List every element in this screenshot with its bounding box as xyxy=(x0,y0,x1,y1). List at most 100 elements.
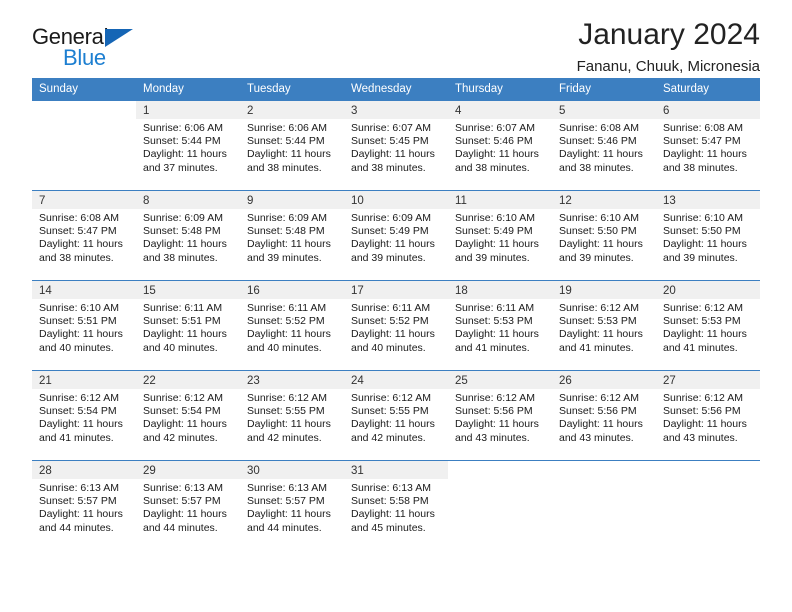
day-details: Sunrise: 6:06 AM Sunset: 5:44 PM Dayligh… xyxy=(136,119,240,175)
sunset-text: Sunset: 5:52 PM xyxy=(351,315,429,328)
day-cell-content: 29 Sunrise: 6:13 AM Sunset: 5:57 PM Dayl… xyxy=(136,461,240,549)
calendar-day-cell[interactable]: 4 Sunrise: 6:07 AM Sunset: 5:46 PM Dayli… xyxy=(448,100,552,191)
daylight-text-line1: Daylight: 11 hours xyxy=(143,418,227,431)
sunset-text: Sunset: 5:47 PM xyxy=(663,135,741,148)
sunrise-text: Sunrise: 6:06 AM xyxy=(247,122,327,134)
sunset-text: Sunset: 5:54 PM xyxy=(143,405,221,418)
sunset-text: Sunset: 5:49 PM xyxy=(351,225,429,238)
calendar-day-cell[interactable]: 26 Sunrise: 6:12 AM Sunset: 5:56 PM Dayl… xyxy=(552,370,656,461)
daylight-text-line2: and 40 minutes. xyxy=(39,341,114,354)
day-cell-content: 18 Sunrise: 6:11 AM Sunset: 5:53 PM Dayl… xyxy=(448,281,552,370)
sunset-text: Sunset: 5:51 PM xyxy=(39,315,117,328)
calendar-day-cell[interactable]: 27 Sunrise: 6:12 AM Sunset: 5:56 PM Dayl… xyxy=(656,370,760,461)
calendar-day-cell[interactable] xyxy=(552,460,656,549)
daylight-text-line2: and 42 minutes. xyxy=(247,431,322,444)
sunrise-text: Sunrise: 6:11 AM xyxy=(143,302,223,314)
calendar-day-cell[interactable]: 15 Sunrise: 6:11 AM Sunset: 5:51 PM Dayl… xyxy=(136,280,240,371)
calendar-day-cell[interactable]: 20 Sunrise: 6:12 AM Sunset: 5:53 PM Dayl… xyxy=(656,280,760,371)
calendar-day-cell[interactable]: 10 Sunrise: 6:09 AM Sunset: 5:49 PM Dayl… xyxy=(344,190,448,281)
day-number: 20 xyxy=(656,281,760,299)
daylight-text-line2: and 42 minutes. xyxy=(351,431,426,444)
calendar-day-cell[interactable]: 12 Sunrise: 6:10 AM Sunset: 5:50 PM Dayl… xyxy=(552,190,656,281)
sunrise-text: Sunrise: 6:12 AM xyxy=(247,392,327,404)
calendar-day-cell[interactable]: 6 Sunrise: 6:08 AM Sunset: 5:47 PM Dayli… xyxy=(656,100,760,191)
day-cell-content: 8 Sunrise: 6:09 AM Sunset: 5:48 PM Dayli… xyxy=(136,191,240,280)
day-number: 17 xyxy=(344,281,448,299)
daylight-text-line2: and 40 minutes. xyxy=(247,341,322,354)
day-number: 10 xyxy=(344,191,448,209)
day-number: 1 xyxy=(136,101,240,119)
calendar-day-cell[interactable]: 29 Sunrise: 6:13 AM Sunset: 5:57 PM Dayl… xyxy=(136,460,240,549)
day-details: Sunrise: 6:12 AM Sunset: 5:56 PM Dayligh… xyxy=(656,389,760,445)
page-title: January 2024 xyxy=(578,18,760,51)
calendar-day-cell[interactable]: 31 Sunrise: 6:13 AM Sunset: 5:58 PM Dayl… xyxy=(344,460,448,549)
calendar-day-cell[interactable] xyxy=(656,460,760,549)
calendar-day-cell[interactable]: 8 Sunrise: 6:09 AM Sunset: 5:48 PM Dayli… xyxy=(136,190,240,281)
weekday-header-saturday: Saturday xyxy=(656,78,760,101)
day-details: Sunrise: 6:12 AM Sunset: 5:55 PM Dayligh… xyxy=(240,389,344,445)
daylight-text-line2: and 43 minutes. xyxy=(559,431,634,444)
calendar-day-cell[interactable]: 11 Sunrise: 6:10 AM Sunset: 5:49 PM Dayl… xyxy=(448,190,552,281)
daylight-text-line1: Daylight: 11 hours xyxy=(39,418,123,431)
sunrise-text: Sunrise: 6:08 AM xyxy=(39,212,119,224)
day-cell-content: 27 Sunrise: 6:12 AM Sunset: 5:56 PM Dayl… xyxy=(656,371,760,460)
daylight-text-line1: Daylight: 11 hours xyxy=(663,328,747,341)
calendar-day-cell[interactable]: 13 Sunrise: 6:10 AM Sunset: 5:50 PM Dayl… xyxy=(656,190,760,281)
calendar-day-cell[interactable]: 21 Sunrise: 6:12 AM Sunset: 5:54 PM Dayl… xyxy=(32,370,136,461)
daylight-text-line1: Daylight: 11 hours xyxy=(143,148,227,161)
day-number: 13 xyxy=(656,191,760,209)
calendar-day-cell[interactable] xyxy=(448,460,552,549)
sunset-text: Sunset: 5:56 PM xyxy=(663,405,741,418)
calendar-day-cell[interactable] xyxy=(32,100,136,191)
day-cell-content: 14 Sunrise: 6:10 AM Sunset: 5:51 PM Dayl… xyxy=(32,281,136,370)
daylight-text-line2: and 41 minutes. xyxy=(559,341,634,354)
day-details: Sunrise: 6:12 AM Sunset: 5:56 PM Dayligh… xyxy=(448,389,552,445)
calendar-day-cell[interactable]: 23 Sunrise: 6:12 AM Sunset: 5:55 PM Dayl… xyxy=(240,370,344,461)
calendar-day-cell[interactable]: 9 Sunrise: 6:09 AM Sunset: 5:48 PM Dayli… xyxy=(240,190,344,281)
day-cell-content: 2 Sunrise: 6:06 AM Sunset: 5:44 PM Dayli… xyxy=(240,101,344,190)
day-details: Sunrise: 6:13 AM Sunset: 5:57 PM Dayligh… xyxy=(136,479,240,535)
calendar-day-cell[interactable]: 19 Sunrise: 6:12 AM Sunset: 5:53 PM Dayl… xyxy=(552,280,656,371)
daylight-text-line1: Daylight: 11 hours xyxy=(39,508,123,521)
day-details: Sunrise: 6:07 AM Sunset: 5:46 PM Dayligh… xyxy=(448,119,552,175)
sunrise-text: Sunrise: 6:06 AM xyxy=(143,122,223,134)
day-number: 2 xyxy=(240,101,344,119)
calendar-day-cell[interactable]: 18 Sunrise: 6:11 AM Sunset: 5:53 PM Dayl… xyxy=(448,280,552,371)
day-cell-content: 4 Sunrise: 6:07 AM Sunset: 5:46 PM Dayli… xyxy=(448,101,552,190)
calendar-day-cell[interactable]: 14 Sunrise: 6:10 AM Sunset: 5:51 PM Dayl… xyxy=(32,280,136,371)
day-number: 30 xyxy=(240,461,344,479)
daylight-text-line2: and 44 minutes. xyxy=(143,521,218,534)
daylight-text-line2: and 44 minutes. xyxy=(247,521,322,534)
day-number: 5 xyxy=(552,101,656,119)
sunset-text: Sunset: 5:46 PM xyxy=(455,135,533,148)
day-cell-content: 26 Sunrise: 6:12 AM Sunset: 5:56 PM Dayl… xyxy=(552,371,656,460)
calendar-day-cell[interactable]: 30 Sunrise: 6:13 AM Sunset: 5:57 PM Dayl… xyxy=(240,460,344,549)
generalblue-logo: General Blue xyxy=(32,26,172,72)
day-details: Sunrise: 6:09 AM Sunset: 5:49 PM Dayligh… xyxy=(344,209,448,265)
calendar-day-cell[interactable]: 2 Sunrise: 6:06 AM Sunset: 5:44 PM Dayli… xyxy=(240,100,344,191)
daylight-text-line1: Daylight: 11 hours xyxy=(559,148,643,161)
sunrise-text: Sunrise: 6:13 AM xyxy=(143,482,223,494)
day-details: Sunrise: 6:13 AM Sunset: 5:57 PM Dayligh… xyxy=(240,479,344,535)
daylight-text-line2: and 45 minutes. xyxy=(351,521,426,534)
calendar-day-cell[interactable]: 17 Sunrise: 6:11 AM Sunset: 5:52 PM Dayl… xyxy=(344,280,448,371)
sunset-text: Sunset: 5:47 PM xyxy=(39,225,117,238)
sunrise-text: Sunrise: 6:11 AM xyxy=(351,302,431,314)
calendar-day-cell[interactable]: 25 Sunrise: 6:12 AM Sunset: 5:56 PM Dayl… xyxy=(448,370,552,461)
calendar-day-cell[interactable]: 1 Sunrise: 6:06 AM Sunset: 5:44 PM Dayli… xyxy=(136,100,240,191)
sunset-text: Sunset: 5:44 PM xyxy=(247,135,325,148)
calendar-day-cell[interactable]: 28 Sunrise: 6:13 AM Sunset: 5:57 PM Dayl… xyxy=(32,460,136,549)
daylight-text-line1: Daylight: 11 hours xyxy=(455,238,539,251)
calendar-day-cell[interactable]: 16 Sunrise: 6:11 AM Sunset: 5:52 PM Dayl… xyxy=(240,280,344,371)
calendar-day-cell[interactable]: 5 Sunrise: 6:08 AM Sunset: 5:46 PM Dayli… xyxy=(552,100,656,191)
sunset-text: Sunset: 5:56 PM xyxy=(559,405,637,418)
daylight-text-line2: and 37 minutes. xyxy=(143,161,218,174)
daylight-text-line1: Daylight: 11 hours xyxy=(247,148,331,161)
calendar-day-cell[interactable]: 7 Sunrise: 6:08 AM Sunset: 5:47 PM Dayli… xyxy=(32,190,136,281)
calendar-day-cell[interactable]: 3 Sunrise: 6:07 AM Sunset: 5:45 PM Dayli… xyxy=(344,100,448,191)
day-cell-content: 22 Sunrise: 6:12 AM Sunset: 5:54 PM Dayl… xyxy=(136,371,240,460)
calendar-day-cell[interactable]: 24 Sunrise: 6:12 AM Sunset: 5:55 PM Dayl… xyxy=(344,370,448,461)
daylight-text-line1: Daylight: 11 hours xyxy=(663,238,747,251)
sunset-text: Sunset: 5:54 PM xyxy=(39,405,117,418)
calendar-day-cell[interactable]: 22 Sunrise: 6:12 AM Sunset: 5:54 PM Dayl… xyxy=(136,370,240,461)
